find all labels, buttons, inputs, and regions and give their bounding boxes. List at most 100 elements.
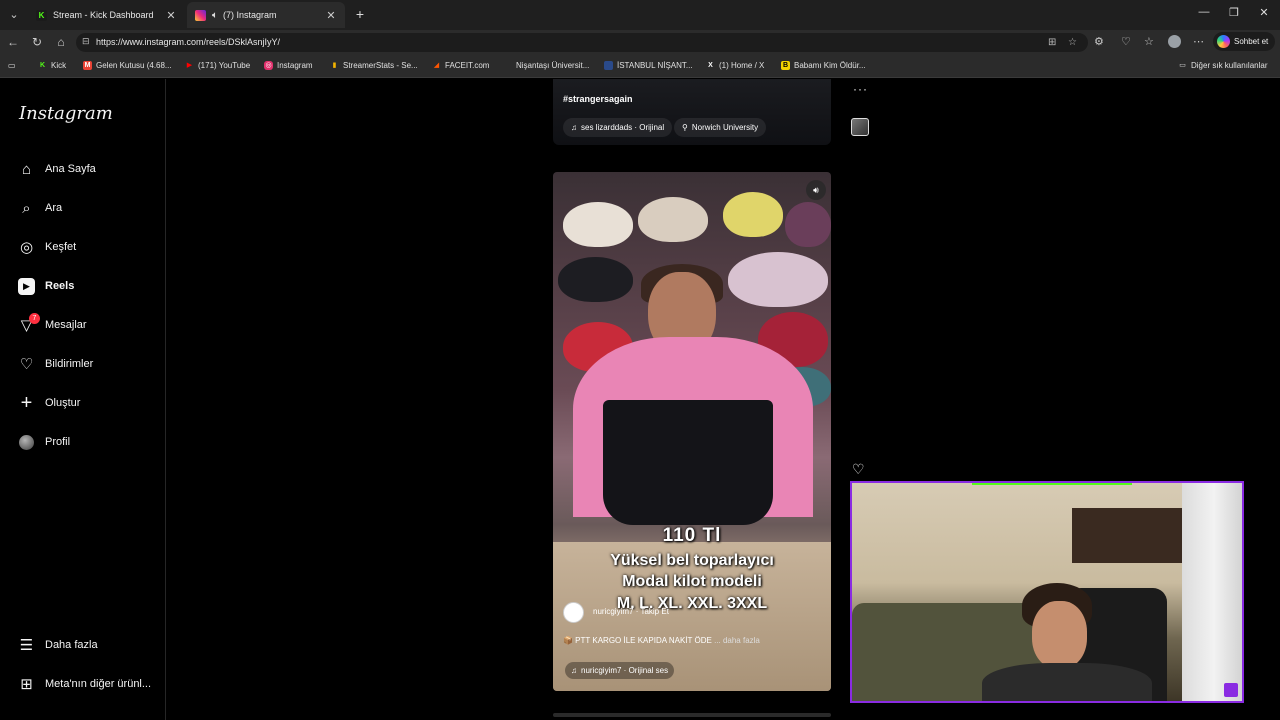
webcam-frame-accent [972,483,1132,485]
copilot-label: Sohbet et [1234,37,1269,46]
sidebar-item-label: Reels [45,280,75,292]
volume-icon[interactable]: 🔊︎ [806,180,826,200]
bookmark-item[interactable]: M Gelen Kutusu (4.68... [83,61,172,70]
price-text: 110 Tl [662,525,722,546]
home-icon[interactable]: ⌂ [53,34,69,50]
sidebar-item-label: Oluştur [45,397,81,409]
tab-instagram[interactable]: 🔈︎ (7) Instagram ✕ [187,2,345,28]
account-name[interactable]: nuricgiyim7 [593,607,633,616]
sidebar-item-label: Daha fazla [45,639,98,651]
sidebar-item-label: Meta'nın diğer ürünl... [45,678,152,690]
browser-essentials-icon[interactable]: ♡ [1121,35,1131,48]
search-icon: ⌕ [22,199,31,217]
sidebar-item-more[interactable]: ☰ Daha fazla [18,633,98,657]
profile-avatar [18,434,35,451]
audio-pill[interactable]: ♫ nuricgiyim7 · Orijinal ses [565,662,675,679]
menu-icon: ☰ [19,637,34,654]
bookmark-item[interactable]: K Kick [38,61,66,70]
restore-icon[interactable]: ❐ [1226,6,1242,19]
sidebar-item-label: Keşfet [45,241,77,253]
profile-avatar[interactable] [1168,35,1181,48]
sidebar-item-label: Ana Sayfa [45,163,96,175]
sidebar-item-notifications[interactable]: ♡ Bildirimler [18,352,94,376]
reload-icon[interactable]: ↻ [29,34,45,50]
location-pin-icon: ⚲ [682,123,688,132]
sidebar-item-meta-apps[interactable]: ⊞ Meta'nın diğer ürünl... [18,672,151,696]
favorite-star-icon[interactable]: ☆ [1068,37,1077,48]
sidebar-item-label: Ara [45,202,63,214]
url-text[interactable]: https://www.instagram.com/reels/DSklAsnj… [96,37,280,47]
favorites-icon[interactable]: ☆ [1144,35,1154,48]
bookmark-item[interactable]: ◎ Instagram [264,61,313,70]
compass-icon: ◎ [19,239,34,256]
more-options-icon[interactable]: ··· [853,82,868,96]
sidebar-item-explore[interactable]: ◎ Keşfet [18,235,76,259]
new-tab-plus-icon[interactable]: + [352,5,368,23]
meta-apps-icon: ⊞ [20,676,33,693]
sidebar-item-reels[interactable]: ▶ Reels [18,274,74,298]
plus-icon: + [20,391,33,414]
bookmark-item[interactable]: ▶ (171) YouTube [185,61,250,70]
follow-button[interactable]: Takip Et [640,607,668,616]
tab-close-icon[interactable]: ✕ [165,9,177,22]
sidebar-item-label: Profil [45,436,71,448]
browser-tab-bar: ⌄ K Stream - Kick Dashboard ✕ 🔈︎ (7) Ins… [0,0,1280,30]
site-info-icon[interactable]: ⊟ [82,36,90,47]
minimize-icon[interactable]: — [1196,6,1212,18]
webcam-overlay [850,481,1244,703]
speaker-icon[interactable]: 🔈︎ [212,10,218,21]
account-row: nuricgiyim7 · Takip Et [593,607,669,616]
home-icon: ⌂ [21,160,32,178]
instagram-page: Instagram ⌂ Ana Sayfa ⌕ Ara ◎ Keşfet ▶ R… [0,79,1280,720]
unread-badge: 7 [29,312,40,324]
close-window-icon[interactable]: ✕ [1256,6,1272,19]
tab-close-icon[interactable]: ✕ [325,9,337,22]
bookmark-item[interactable]: Nişantaşı Üniversit... [516,61,589,70]
channel-logo-icon [1224,683,1238,697]
reel-video[interactable]: 🔊︎ 110 Tl Yüksel bel toparlayıcı Modal k… [553,172,831,691]
like-heart-icon[interactable]: ♡ [852,461,865,478]
sidebar-item-search[interactable]: ⌕ Ara [18,196,62,220]
extensions-icon[interactable]: ⚙ [1094,35,1104,48]
instagram-icon [195,9,206,21]
previous-reel[interactable]: #strangersagain ♫ ses lizarddads · Oriji… [553,79,831,145]
caption: 📦 PTT KARGO İLE KAPIDA NAKİT ÖDE ... dah… [563,636,760,645]
tab-kick-dashboard[interactable]: K Stream - Kick Dashboard ✕ [28,2,185,28]
hashtag[interactable]: #strangersagain [563,94,633,104]
audio-pill[interactable]: ♫ ses lizarddads · Orijinal [563,118,673,137]
instagram-sidebar: Instagram ⌂ Ana Sayfa ⌕ Ara ◎ Keşfet ▶ R… [0,79,166,720]
copilot-icon [1217,35,1230,48]
sidebar-item-create[interactable]: + Oluştur [18,391,81,415]
messenger-icon: ▽ 7 [18,312,40,334]
other-bookmarks[interactable]: ▭ Diğer sık kullanılanlar [1178,61,1267,70]
bookmark-item[interactable]: ◢ FACEIT.com [432,61,490,70]
url-bar[interactable]: ⊟ https://www.instagram.com/reels/DSklAs… [76,33,1088,52]
bookmark-item[interactable]: ▮ StreamerStats - Se... [330,61,418,70]
caption-text: 📦 PTT KARGO İLE KAPIDA NAKİT ÖDE [563,636,712,645]
instagram-logo[interactable]: Instagram [19,103,113,124]
bookmarks-bar: ▭ K Kick M Gelen Kutusu (4.68... ▶ (171) Yo… [0,55,1280,78]
bookmark-item[interactable]: B Babamı Kim Öldür... [781,61,866,70]
copilot-button[interactable]: Sohbet et [1213,32,1275,51]
sidebar-item-profile[interactable]: Profil [18,430,70,454]
sidebar-item-messages[interactable]: ▽ 7 Mesajlar [18,312,87,337]
bookmark-item[interactable]: İSTANBUL NİŞANT... [604,61,693,70]
kick-icon: K [36,9,47,21]
more-menu-icon[interactable]: ⋯ [1193,35,1204,48]
tab-title: Stream - Kick Dashboard [53,10,154,20]
sidebar-item-home[interactable]: ⌂ Ana Sayfa [18,157,96,181]
account-avatar[interactable] [563,602,584,623]
next-reel-edge [553,713,831,717]
app-available-icon[interactable]: ⊞ [1048,37,1056,48]
music-note-icon: ♫ [571,666,577,675]
bookmark-item[interactable]: X (1) Home / X [706,61,764,70]
audio-thumbnail[interactable] [851,118,869,136]
tab-actions-chevron-icon[interactable]: ⌄ [4,5,24,25]
garment-image [603,400,773,525]
address-toolbar: ← ↻ ⌂ ⊟ https://www.instagram.com/reels/… [0,30,1280,55]
caption-more-link[interactable]: ... daha fazla [714,636,760,645]
location-pill[interactable]: ⚲ Norwich University [674,118,767,137]
music-note-icon: ♫ [571,123,577,132]
sidebar-toggle-icon[interactable]: ▭ [8,61,16,70]
back-arrow-icon[interactable]: ← [5,34,21,50]
